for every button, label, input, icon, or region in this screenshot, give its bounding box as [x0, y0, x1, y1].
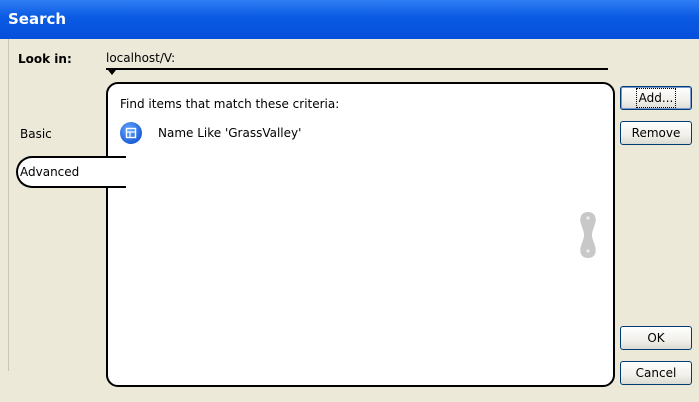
criterion-row[interactable]: Name Like 'GrassValley'	[120, 122, 301, 144]
window-title: Search	[8, 10, 67, 28]
tab-connector	[104, 158, 112, 186]
cancel-button[interactable]: Cancel	[620, 361, 692, 385]
tab-basic[interactable]: Basic	[20, 127, 52, 141]
look-in-label: Look in:	[18, 52, 72, 66]
look-in-underline	[106, 68, 608, 70]
remove-button-label: Remove	[631, 126, 681, 140]
cancel-button-label: Cancel	[635, 366, 677, 380]
add-button[interactable]: Add...	[620, 86, 692, 110]
criteria-panel: Find items that match these criteria: Na…	[106, 82, 615, 387]
add-button-label: Add...	[635, 88, 677, 108]
criterion-text: Name Like 'GrassValley'	[158, 126, 302, 140]
ok-button-label: OK	[647, 331, 665, 345]
title-bar[interactable]: Search	[0, 0, 699, 39]
drag-handle-icon[interactable]	[578, 210, 598, 260]
remove-button[interactable]: Remove	[620, 121, 692, 145]
criterion-icon	[120, 122, 142, 144]
ok-button[interactable]: OK	[620, 326, 692, 350]
tab-advanced-label: Advanced	[20, 165, 80, 179]
look-in-location[interactable]: localhost/V:	[106, 51, 175, 65]
dropdown-caret-icon[interactable]	[108, 70, 116, 75]
criteria-heading: Find items that match these criteria:	[120, 97, 340, 111]
